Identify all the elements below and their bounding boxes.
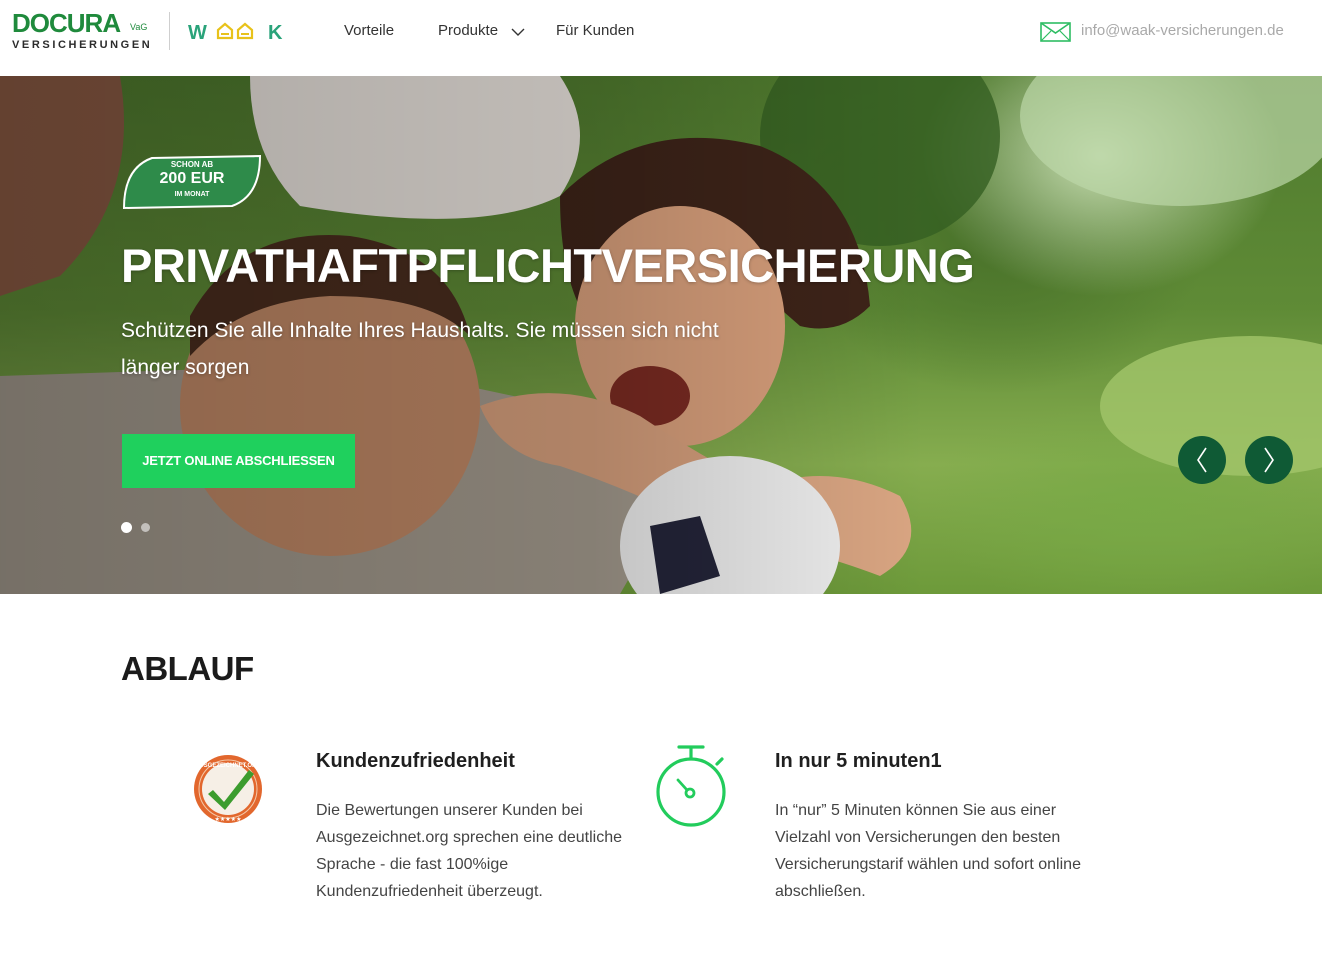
seal-label: AUSGEZEICHNET.ORG <box>195 763 261 769</box>
slider-prev-button[interactable] <box>1178 436 1226 484</box>
waak-logo[interactable]: W K <box>188 18 288 46</box>
feature-title-kundenzufriedenheit: Kundenzufriedenheit <box>316 750 515 772</box>
feature-text-5-minuten: In “nur” 5 Minuten können Sie aus einer … <box>775 802 1081 900</box>
docura-logo-suffix: VaG <box>130 22 148 32</box>
cta-online-button[interactable]: JETZT ONLINE ABSCHLIESSEN <box>122 434 355 488</box>
price-badge: SCHON AB 200 EUR IM MONAT <box>122 154 262 210</box>
nav-item-fuer-kunden[interactable]: Für Kunden <box>556 21 634 41</box>
docura-logo[interactable]: DOCURA VaG VERSICHERUNGEN <box>12 8 157 56</box>
slider-dots <box>121 522 161 534</box>
svg-text:K: K <box>268 22 283 44</box>
feature-text-kundenzufriedenheit: Die Bewertungen unserer Kunden bei Ausge… <box>316 802 622 900</box>
hero-subtitle: Schützen Sie alle Inhalte Ihres Haushalt… <box>121 319 719 379</box>
svg-text:W: W <box>188 22 207 44</box>
stopwatch-icon <box>654 744 728 830</box>
slider-dot[interactable] <box>141 523 150 532</box>
logo-divider <box>169 12 170 50</box>
badge-bottom-text: IM MONAT <box>174 191 210 198</box>
hero-slider: SCHON AB 200 EUR IM MONAT PRIVATHAFTPFLI… <box>0 76 1322 594</box>
nav-item-vorteile[interactable]: Vorteile <box>344 21 394 41</box>
waak-logo-icon: W K <box>188 22 283 44</box>
slider-next-button[interactable] <box>1245 436 1293 484</box>
chevron-right-icon <box>1264 447 1274 473</box>
feature-title-5-minuten: In nur 5 minuten1 <box>775 750 942 772</box>
docura-logo-wordmark: DOCURA <box>12 8 121 38</box>
nav-item-produkte[interactable]: Produkte <box>438 21 498 41</box>
slider-dot-active[interactable] <box>121 522 132 533</box>
chevron-left-icon <box>1197 447 1207 473</box>
section-title-ablauf: ABLAUF <box>121 650 254 687</box>
ausgezeichnet-seal-icon: AUSGEZEICHNET.ORG ★★★★★ <box>191 754 269 826</box>
site-header: DOCURA VaG VERSICHERUNGEN W K Vorteile P… <box>0 0 1322 76</box>
badge-top-text: SCHON AB <box>170 160 214 169</box>
email-contact[interactable]: info@waak-versicherungen.de <box>1040 20 1300 44</box>
badge-price: 200 EUR <box>159 170 225 187</box>
svg-text:★★★★★: ★★★★★ <box>215 816 242 823</box>
docura-logo-subtitle: VERSICHERUNGEN <box>12 39 153 51</box>
email-address[interactable]: info@waak-versicherungen.de <box>1081 22 1284 39</box>
hero-title: PRIVATHAFTPFLICHTVERSICHERUNG <box>121 239 975 292</box>
envelope-icon <box>1040 22 1071 42</box>
chevron-down-icon[interactable] <box>511 27 525 37</box>
